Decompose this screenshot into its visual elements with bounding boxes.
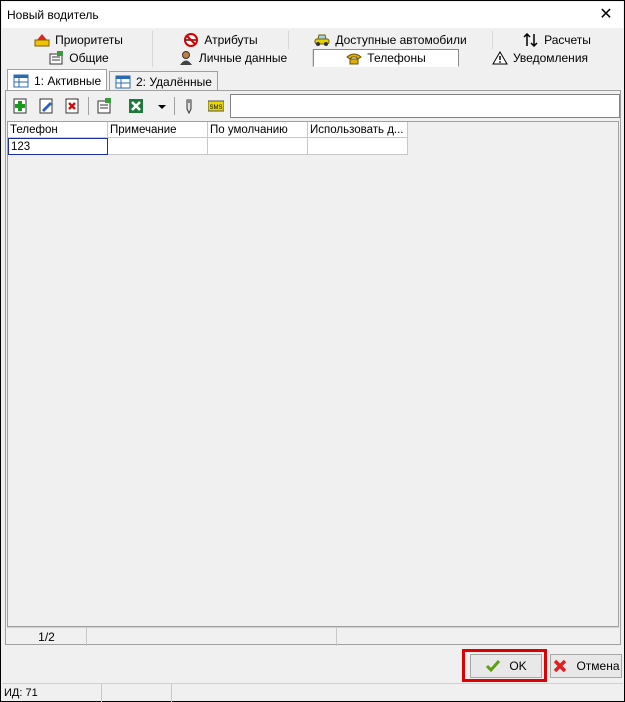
phones-panel: SMS Телефон Примечание По умолчанию Испо… <box>5 90 621 646</box>
arrows-updown-icon <box>523 33 539 47</box>
grid-icon <box>13 74 29 88</box>
tab-phones-label: Телефоны <box>367 51 426 65</box>
pen-icon <box>186 99 192 114</box>
cancel-button[interactable]: Отмена <box>550 654 622 678</box>
bottom-status-bar: ИД: 71 <box>2 683 623 702</box>
tab-priorities-label: Приоритеты <box>55 33 123 47</box>
tab-row-2: Общие Личные данные Телефоны Уведомления <box>5 49 621 67</box>
sms-button[interactable]: SMS <box>206 96 226 116</box>
tab-attributes[interactable]: Атрибуты <box>153 31 289 49</box>
edit-button[interactable] <box>36 96 56 116</box>
warning-icon <box>492 51 508 65</box>
tab-calculations[interactable]: Расчеты <box>493 31 621 49</box>
close-button[interactable]: ✕ <box>595 4 617 26</box>
title-bar: Новый водитель ✕ <box>2 2 623 28</box>
subtab-deleted[interactable]: 2: Удалённые <box>109 71 218 91</box>
properties-icon <box>97 98 111 114</box>
use-for-cell[interactable] <box>308 138 408 155</box>
priority-icon <box>34 33 50 47</box>
tab-calculations-label: Расчеты <box>544 33 591 47</box>
subtab-active[interactable]: 1: Активные <box>7 69 108 91</box>
cancel-label: Отмена <box>576 659 620 673</box>
pen-button[interactable] <box>180 96 200 116</box>
subtabs: 1: Активные 2: Удалённые <box>5 69 621 91</box>
delete-icon <box>65 98 79 114</box>
search-input[interactable] <box>230 94 620 118</box>
ok-highlight <box>462 649 547 682</box>
tab-attributes-label: Атрибуты <box>204 33 258 47</box>
tab-personal-data-label: Личные данные <box>198 51 288 65</box>
phone-cell[interactable]: 123 <box>8 138 108 155</box>
grid-status-bar: 1/2 <box>7 627 619 646</box>
grid-header: Телефон Примечание По умолчанию Использо… <box>8 122 408 138</box>
excel-dropdown-button[interactable] <box>152 96 172 116</box>
status-panel <box>102 684 172 702</box>
note-cell[interactable] <box>108 138 208 155</box>
no-smoking-icon <box>183 33 199 47</box>
subtab-deleted-label: 2: Удалённые <box>136 74 212 89</box>
car-icon <box>314 33 330 47</box>
column-header-note[interactable]: Примечание <box>108 122 208 138</box>
status-panel <box>172 684 623 702</box>
person-icon <box>178 51 194 65</box>
tab-available-cars[interactable]: Доступные автомобили <box>289 31 493 49</box>
column-header-use-for[interactable]: Использовать д... <box>308 122 408 138</box>
edit-icon <box>39 98 53 114</box>
add-button[interactable] <box>10 96 30 116</box>
delete-button[interactable] <box>62 96 82 116</box>
phones-grid: Телефон Примечание По умолчанию Использо… <box>7 121 619 627</box>
subtab-active-label: 1: Активные <box>34 73 102 88</box>
tab-personal-data[interactable]: Личные данные <box>153 49 313 67</box>
svg-text:SMS: SMS <box>209 105 222 111</box>
tab-notifications[interactable]: Уведомления <box>459 49 621 67</box>
properties-icon <box>48 51 64 65</box>
toolbar-separator <box>174 97 175 115</box>
tab-priorities[interactable]: Приоритеты <box>5 31 153 49</box>
column-header-phone[interactable]: Телефон <box>8 122 108 138</box>
tab-available-cars-label: Доступные автомобили <box>335 33 467 47</box>
grid-icon <box>115 75 131 89</box>
dropdown-arrow-icon <box>158 105 166 109</box>
excel-icon <box>129 99 143 113</box>
tab-general[interactable]: Общие <box>5 49 153 67</box>
excel-export-button[interactable] <box>126 96 146 116</box>
tab-phones[interactable]: Телефоны <box>313 49 459 67</box>
tab-general-label: Общие <box>69 51 109 65</box>
status-panel <box>87 628 337 646</box>
table-row[interactable]: 123 <box>8 138 408 155</box>
pager-label: 1/2 <box>7 628 87 646</box>
window-title: Новый водитель <box>7 8 99 22</box>
cross-icon <box>554 659 567 673</box>
record-id: ИД: 71 <box>2 684 102 702</box>
sms-icon: SMS <box>208 100 224 112</box>
telephone-icon <box>346 51 363 65</box>
add-icon <box>13 98 27 114</box>
column-header-default[interactable]: По умолчанию <box>208 122 308 138</box>
properties-button[interactable] <box>94 96 114 116</box>
dialog-window: Новый водитель ✕ Приоритеты Атрибуты Дос… <box>0 0 625 702</box>
tab-notifications-label: Уведомления <box>512 51 589 65</box>
toolbar: SMS <box>8 94 228 116</box>
status-panel <box>337 628 617 646</box>
toolbar-separator <box>88 97 89 115</box>
tab-row-1: Приоритеты Атрибуты Доступные автомобили… <box>5 31 621 49</box>
default-cell[interactable] <box>208 138 308 155</box>
